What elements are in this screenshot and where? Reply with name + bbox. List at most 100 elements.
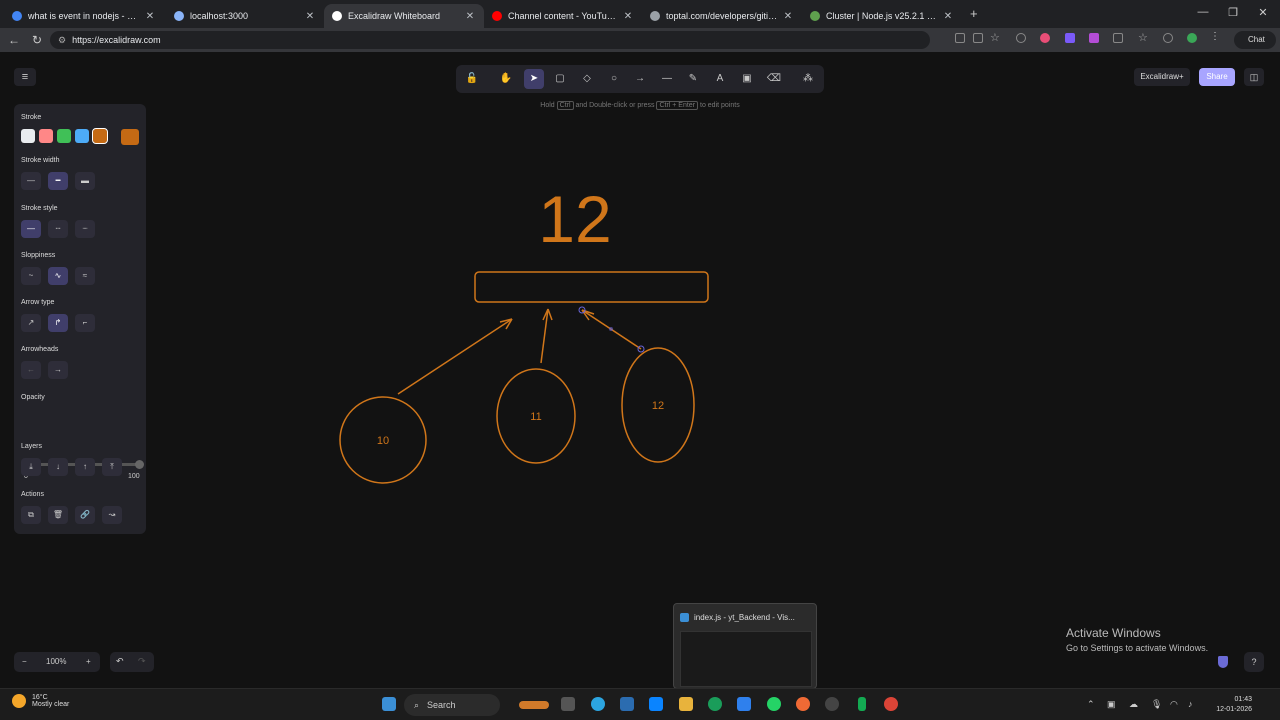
vscode-taskbar-icon[interactable] [737,697,751,711]
tab-close-icon[interactable]: ✕ [942,11,954,22]
microphone-icon[interactable]: 🎙 [1151,699,1162,710]
send-backward-icon[interactable]: ↓ [48,458,68,476]
postman-icon[interactable] [796,697,810,711]
arrowhead-end[interactable]: → [48,361,68,379]
reload-icon[interactable]: ↻ [32,33,42,47]
image-tool-icon[interactable]: ▣ [737,69,757,89]
tab-toptal-gitignore[interactable]: toptal.com/developers/gitignore/ ✕ [642,4,802,28]
canvas-text-twelve[interactable]: 12 [538,182,611,256]
node-label-12[interactable]: 12 [652,400,664,412]
weather-widget[interactable]: 16°C Mostly clear [12,694,69,708]
stroke-style-dashed[interactable]: ┄ [48,220,68,238]
extension-icon[interactable] [1089,33,1099,43]
github-icon[interactable] [825,697,839,711]
wifi-icon[interactable]: ◠ [1170,699,1178,710]
store-icon[interactable] [649,697,663,711]
lock-icon[interactable]: 🔓 [462,69,482,89]
maximize-button[interactable]: ❐ [1218,6,1248,19]
extension-icon[interactable] [1016,33,1026,43]
site-info-icon[interactable]: ⚙ [58,35,66,46]
install-app-icon[interactable] [955,33,965,43]
node-label-10[interactable]: 10 [377,435,389,447]
stroke-width-bold[interactable]: ━ [48,172,68,190]
whatsapp-icon[interactable] [767,697,781,711]
minimize-button[interactable]: — [1188,6,1218,18]
delete-icon[interactable]: 🗑 [48,506,68,524]
node-label-11[interactable]: 11 [530,411,541,423]
duplicate-icon[interactable]: ⧉ [21,506,41,524]
drawing-canvas[interactable]: 12 10 11 12 [0,52,1280,688]
pencil-tool-icon[interactable]: ✎ [683,69,703,89]
chat-button[interactable]: Chat [1234,31,1276,49]
tab-localhost[interactable]: localhost:3000 ✕ [166,4,324,28]
app-icon[interactable] [620,697,634,711]
stroke-width-extra-bold[interactable]: ▬ [75,172,95,190]
current-stroke-color[interactable] [121,129,139,145]
eraser-tool-icon[interactable]: ⌫ [764,69,784,89]
arrow-type-elbow[interactable]: ⌐ [75,314,95,332]
address-bar[interactable]: ⚙ https://excalidraw.com [50,31,930,49]
excalidraw-plus-button[interactable]: Excalidraw+ [1134,68,1190,86]
bookmark-star-icon[interactable]: ☆ [990,31,1000,44]
edit-arrow-icon[interactable]: ↝ [102,506,122,524]
help-button[interactable]: ? [1244,652,1264,672]
translate-icon[interactable] [973,33,983,43]
send-to-back-icon[interactable]: ⤓ [21,458,41,476]
rectangle-tool-icon[interactable]: ▢ [550,69,570,89]
puzzle-extensions-icon[interactable] [1113,33,1123,43]
hand-tool-icon[interactable]: ✋ [496,69,516,89]
zoom-out-button[interactable]: − [22,657,27,666]
stroke-width-thin[interactable]: — [21,172,41,190]
tab-excalidraw[interactable]: Excalidraw Whiteboard ✕ [324,4,484,28]
copilot-icon[interactable] [591,697,605,711]
history-icon[interactable] [1163,33,1173,43]
tab-google-search[interactable]: what is event in nodejs - Google S ✕ [4,4,164,28]
bring-to-front-icon[interactable]: ⤒ [102,458,122,476]
tab-youtube-studio[interactable]: Channel content - YouTube Studio ✕ [484,4,642,28]
tab-close-icon[interactable]: ✕ [304,11,316,22]
arrow-type-sharp[interactable]: ↗ [21,314,41,332]
tray-app-icon[interactable]: ▣ [1107,699,1116,710]
main-menu-button[interactable]: ≡ [14,68,36,86]
taskbar-search[interactable]: ⌕ Search [404,694,500,716]
profile-avatar-icon[interactable] [1187,33,1197,43]
windows-start-icon[interactable] [382,697,396,711]
share-button[interactable]: Share [1199,68,1235,86]
sloppiness-artist[interactable]: ∿ [48,267,68,285]
stroke-style-solid[interactable]: — [21,220,41,238]
undo-icon[interactable]: ↶ [116,656,124,667]
mongodb-icon[interactable] [858,697,866,711]
arrow-tool-icon[interactable]: → [630,69,650,89]
stroke-swatch-white[interactable] [21,129,35,143]
arrow-10-to-rect[interactable] [397,318,513,395]
sloppiness-cartoonist[interactable]: ≈ [75,267,95,285]
bring-forward-icon[interactable]: ↑ [75,458,95,476]
canvas-rectangle[interactable] [474,271,709,303]
stroke-style-dotted[interactable]: ┈ [75,220,95,238]
opacity-slider-thumb[interactable] [135,460,144,469]
ellipse-tool-icon[interactable]: ○ [604,69,624,89]
zoom-level[interactable]: 100% [46,657,66,666]
task-view-icon[interactable] [561,697,575,711]
close-window-button[interactable]: ✕ [1248,6,1278,19]
tray-overflow-icon[interactable]: ⌃ [1087,699,1095,710]
search-highlight-icon[interactable] [519,701,549,709]
color-picker-extension-icon[interactable] [1040,33,1050,43]
bookmarks-icon[interactable]: ☆ [1138,31,1148,44]
volume-icon[interactable]: ♪ [1188,699,1193,709]
stroke-swatch-orange-selected[interactable] [92,128,108,144]
stroke-swatch-green[interactable] [57,129,71,143]
tab-nodejs-cluster[interactable]: Cluster | Node.js v25.2.1 Documen ✕ [802,4,962,28]
edge-icon[interactable] [708,697,722,711]
arrowhead-start[interactable]: ← [21,361,41,379]
file-explorer-icon[interactable] [679,697,693,711]
more-tools-icon[interactable]: ⁂ [798,69,818,89]
taskbar-window-preview[interactable]: index.js - yt_Backend - Vis... [673,603,817,689]
tab-close-icon[interactable]: ✕ [464,11,476,22]
arrow-type-curved[interactable]: ↱ [48,314,68,332]
tab-close-icon[interactable]: ✕ [782,11,794,22]
arrow-midpoint-handle[interactable] [609,327,613,331]
stroke-swatch-red[interactable] [39,129,53,143]
diamond-tool-icon[interactable]: ◇ [577,69,597,89]
stroke-swatch-blue[interactable] [75,129,89,143]
